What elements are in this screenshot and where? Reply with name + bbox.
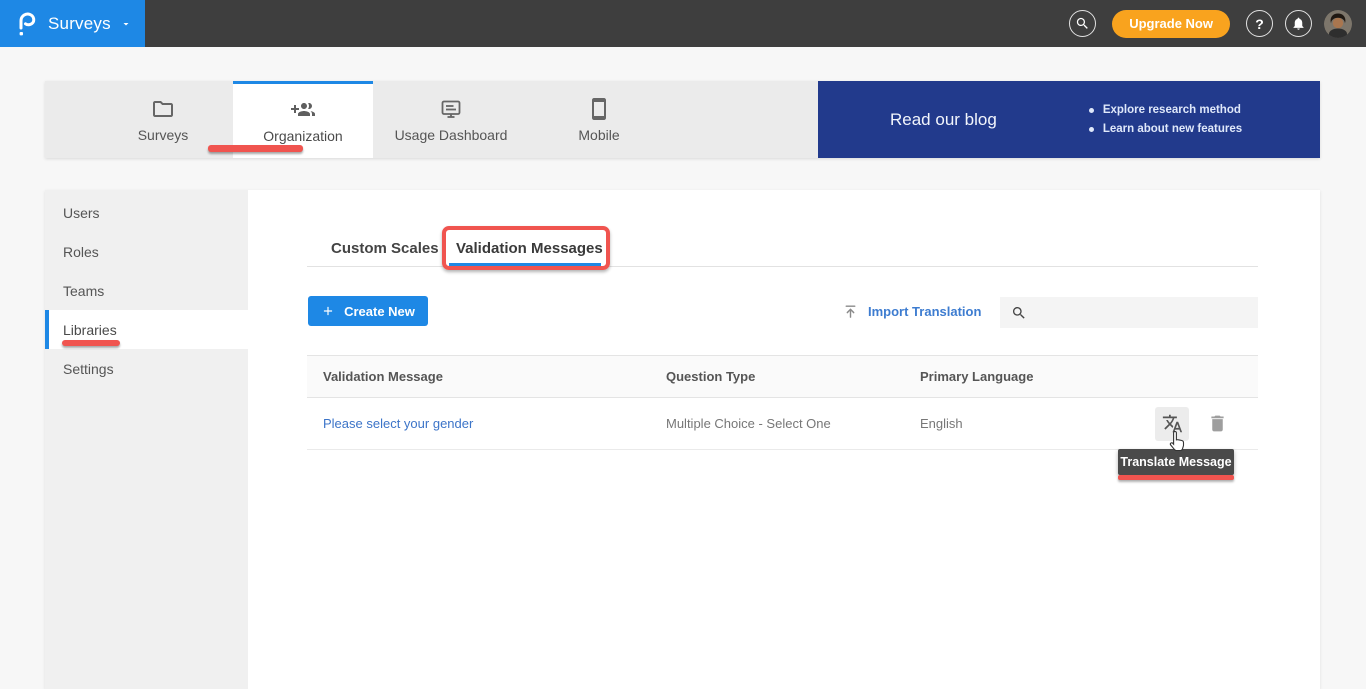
bell-icon: [1291, 16, 1306, 31]
user-avatar[interactable]: [1324, 10, 1352, 38]
annotation-box-validation-messages: [442, 226, 610, 270]
folder-icon: [151, 97, 175, 121]
top-bar: Surveys Upgrade Now ?: [0, 0, 1366, 47]
sidebar-item-label: Libraries: [63, 322, 117, 338]
nav-tab-label: Organization: [263, 128, 342, 144]
blog-promo-banner[interactable]: Read our blog Explore research method Le…: [818, 81, 1320, 158]
sidebar-item-label: Users: [63, 205, 100, 221]
delete-message-button[interactable]: [1205, 412, 1229, 436]
app-title: Surveys: [48, 14, 111, 34]
dashboard-icon: [439, 97, 463, 121]
promo-title[interactable]: Read our blog: [890, 110, 997, 130]
create-new-button[interactable]: Create New: [308, 296, 428, 326]
bullet-dot: [1089, 108, 1094, 113]
annotation-underline-libraries: [62, 340, 120, 346]
avatar-photo: [1324, 10, 1352, 38]
help-button[interactable]: ?: [1246, 10, 1273, 37]
sidebar-item-settings[interactable]: Settings: [45, 349, 248, 388]
sidebar-item-teams[interactable]: Teams: [45, 271, 248, 310]
table-row: Please select your gender Multiple Choic…: [307, 398, 1258, 450]
cursor-hand-icon: [1168, 430, 1186, 452]
trash-icon: [1207, 413, 1228, 434]
search-icon: [1011, 305, 1027, 321]
question-mark-icon: ?: [1255, 16, 1264, 32]
upgrade-now-button[interactable]: Upgrade Now: [1112, 10, 1230, 38]
nav-tab-label: Surveys: [138, 127, 189, 143]
brand-product-switcher[interactable]: Surveys: [0, 0, 145, 47]
global-search-button[interactable]: [1069, 10, 1096, 37]
nav-tab-usage-dashboard[interactable]: Usage Dashboard: [373, 81, 529, 158]
annotation-underline-organization: [208, 145, 303, 152]
search-input[interactable]: [1035, 297, 1258, 328]
column-header-validation-message: Validation Message: [307, 369, 650, 384]
column-header-question-type: Question Type: [650, 369, 904, 384]
top-bar-actions: Upgrade Now ?: [1069, 0, 1352, 47]
validation-message-link[interactable]: Please select your gender: [323, 416, 473, 431]
table-header-row: Validation Message Question Type Primary…: [307, 355, 1258, 398]
organization-sidebar: Users Roles Teams Libraries Settings: [45, 190, 248, 689]
promo-bullet-item: Learn about new features: [1089, 123, 1242, 135]
create-new-label: Create New: [344, 304, 415, 319]
primary-language-cell: English: [920, 416, 963, 431]
sidebar-item-users[interactable]: Users: [45, 193, 248, 232]
tooltip-translate-message: Translate Message: [1118, 449, 1234, 475]
app-screen: Surveys Upgrade Now ?: [0, 0, 1366, 689]
table-search-box[interactable]: [1000, 297, 1258, 328]
notifications-button[interactable]: [1285, 10, 1312, 37]
bullet-dot: [1089, 127, 1094, 132]
nav-tab-mobile[interactable]: Mobile: [529, 81, 669, 158]
question-type-cell: Multiple Choice - Select One: [666, 416, 831, 431]
smartphone-icon: [587, 97, 611, 121]
sidebar-item-roles[interactable]: Roles: [45, 232, 248, 271]
plus-icon: [321, 304, 335, 318]
promo-bullet-label: Explore research method: [1103, 104, 1241, 116]
sidebar-item-label: Teams: [63, 283, 104, 299]
promo-bullet-label: Learn about new features: [1103, 123, 1242, 135]
annotation-underline-tooltip: [1118, 475, 1234, 480]
sidebar-item-label: Settings: [63, 361, 114, 377]
upload-icon: [842, 303, 859, 320]
search-icon: [1075, 16, 1090, 31]
group-add-icon: [291, 98, 315, 122]
sidebar-item-label: Roles: [63, 244, 99, 260]
tooltip-label: Translate Message: [1120, 455, 1231, 469]
nav-tab-label: Mobile: [578, 127, 619, 143]
column-header-primary-language: Primary Language: [904, 369, 1059, 384]
nav-tab-label: Usage Dashboard: [395, 127, 508, 143]
promo-bullet-list: Explore research method Learn about new …: [1089, 104, 1242, 135]
chevron-down-icon: [120, 18, 132, 30]
promo-bullet-item: Explore research method: [1089, 104, 1242, 116]
tab-custom-scales[interactable]: Custom Scales: [331, 240, 439, 257]
import-translation-link[interactable]: Import Translation: [842, 296, 981, 326]
questionpro-logo-icon: [17, 10, 37, 37]
organization-panel: Users Roles Teams Libraries Settings Cus…: [45, 190, 1320, 689]
import-translation-label: Import Translation: [868, 304, 981, 319]
